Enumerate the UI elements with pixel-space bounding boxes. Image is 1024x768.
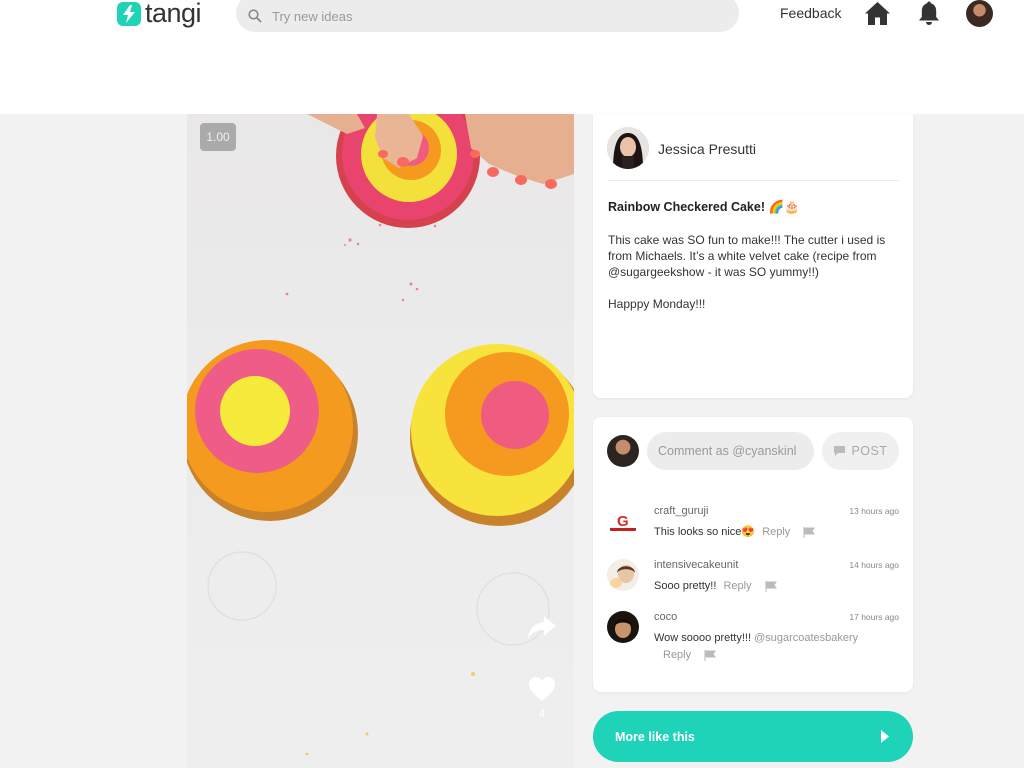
divider bbox=[607, 180, 899, 181]
comment-mention-link[interactable]: @sugarcoatesbakery bbox=[754, 632, 858, 644]
post-comment-button[interactable]: POST bbox=[822, 432, 899, 470]
comment-text: This looks so nice😍 bbox=[654, 526, 756, 538]
home-icon[interactable] bbox=[864, 0, 891, 27]
comment-input[interactable] bbox=[647, 432, 814, 470]
flag-icon[interactable] bbox=[765, 580, 777, 592]
comment-text-row: Sooo pretty!! Reply bbox=[654, 578, 894, 595]
post-details-card: Jessica Presutti Rainbow Checkered Cake!… bbox=[593, 114, 913, 398]
comment-text: Sooo pretty!! bbox=[654, 580, 717, 592]
more-like-this-button[interactable]: More like this bbox=[593, 711, 913, 762]
play-icon bbox=[881, 730, 889, 743]
commenter-avatar[interactable] bbox=[607, 611, 639, 643]
current-user-avatar bbox=[607, 435, 639, 467]
commenter-username[interactable]: craft_guruji bbox=[654, 505, 708, 517]
comment-timestamp: 14 hours ago bbox=[849, 560, 899, 570]
author-name[interactable]: Jessica Presutti bbox=[658, 141, 756, 157]
reply-link[interactable]: Reply bbox=[663, 649, 691, 661]
svg-text:G: G bbox=[617, 513, 629, 530]
commenter-avatar[interactable]: G bbox=[607, 505, 639, 537]
search-bar[interactable] bbox=[236, 0, 739, 32]
comment-timestamp: 17 hours ago bbox=[849, 612, 899, 622]
playback-speed-badge[interactable]: 1.00 bbox=[200, 123, 236, 151]
comments-card: POST G craft_guruji 13 hours ago This lo… bbox=[593, 417, 913, 692]
comment-text-row: Wow soooo pretty!!! @sugarcoatesbakery R… bbox=[654, 630, 894, 664]
search-input[interactable] bbox=[272, 8, 692, 24]
heart-icon[interactable] bbox=[528, 676, 556, 702]
tangi-logo[interactable]: tangi bbox=[117, 0, 202, 28]
video-player[interactable]: 1.00 4 bbox=[187, 114, 574, 768]
commenter-avatar[interactable] bbox=[607, 559, 639, 591]
user-avatar[interactable] bbox=[966, 0, 993, 27]
flag-icon[interactable] bbox=[803, 526, 816, 538]
commenter-username[interactable]: intensivecakeunit bbox=[654, 559, 738, 571]
share-icon[interactable] bbox=[527, 614, 557, 640]
comment-text-row: This looks so nice😍 Reply bbox=[654, 524, 894, 541]
top-navigation-bar: tangi Feedback bbox=[0, 0, 1024, 114]
logo-text: tangi bbox=[145, 0, 202, 28]
post-description: This cake was SO fun to make!!! The cutt… bbox=[608, 233, 886, 311]
comment-text: Wow soooo pretty!!! bbox=[654, 632, 752, 644]
flag-icon[interactable] bbox=[704, 649, 717, 661]
commenter-username[interactable]: coco bbox=[654, 611, 677, 623]
more-like-this-label: More like this bbox=[615, 729, 695, 744]
feedback-link[interactable]: Feedback bbox=[780, 5, 841, 21]
post-title: Rainbow Checkered Cake! 🌈🎂 bbox=[608, 200, 800, 214]
comment-icon bbox=[834, 446, 846, 456]
reply-link[interactable]: Reply bbox=[762, 526, 790, 538]
search-icon bbox=[248, 9, 262, 23]
bell-icon[interactable] bbox=[917, 0, 941, 26]
author-avatar[interactable] bbox=[607, 127, 649, 169]
cake-video-frame bbox=[187, 114, 574, 756]
comment-timestamp: 13 hours ago bbox=[849, 506, 899, 516]
reply-link[interactable]: Reply bbox=[723, 580, 751, 592]
post-button-label: POST bbox=[851, 444, 888, 458]
like-count: 4 bbox=[538, 708, 546, 720]
lightning-logo-icon bbox=[117, 2, 141, 26]
